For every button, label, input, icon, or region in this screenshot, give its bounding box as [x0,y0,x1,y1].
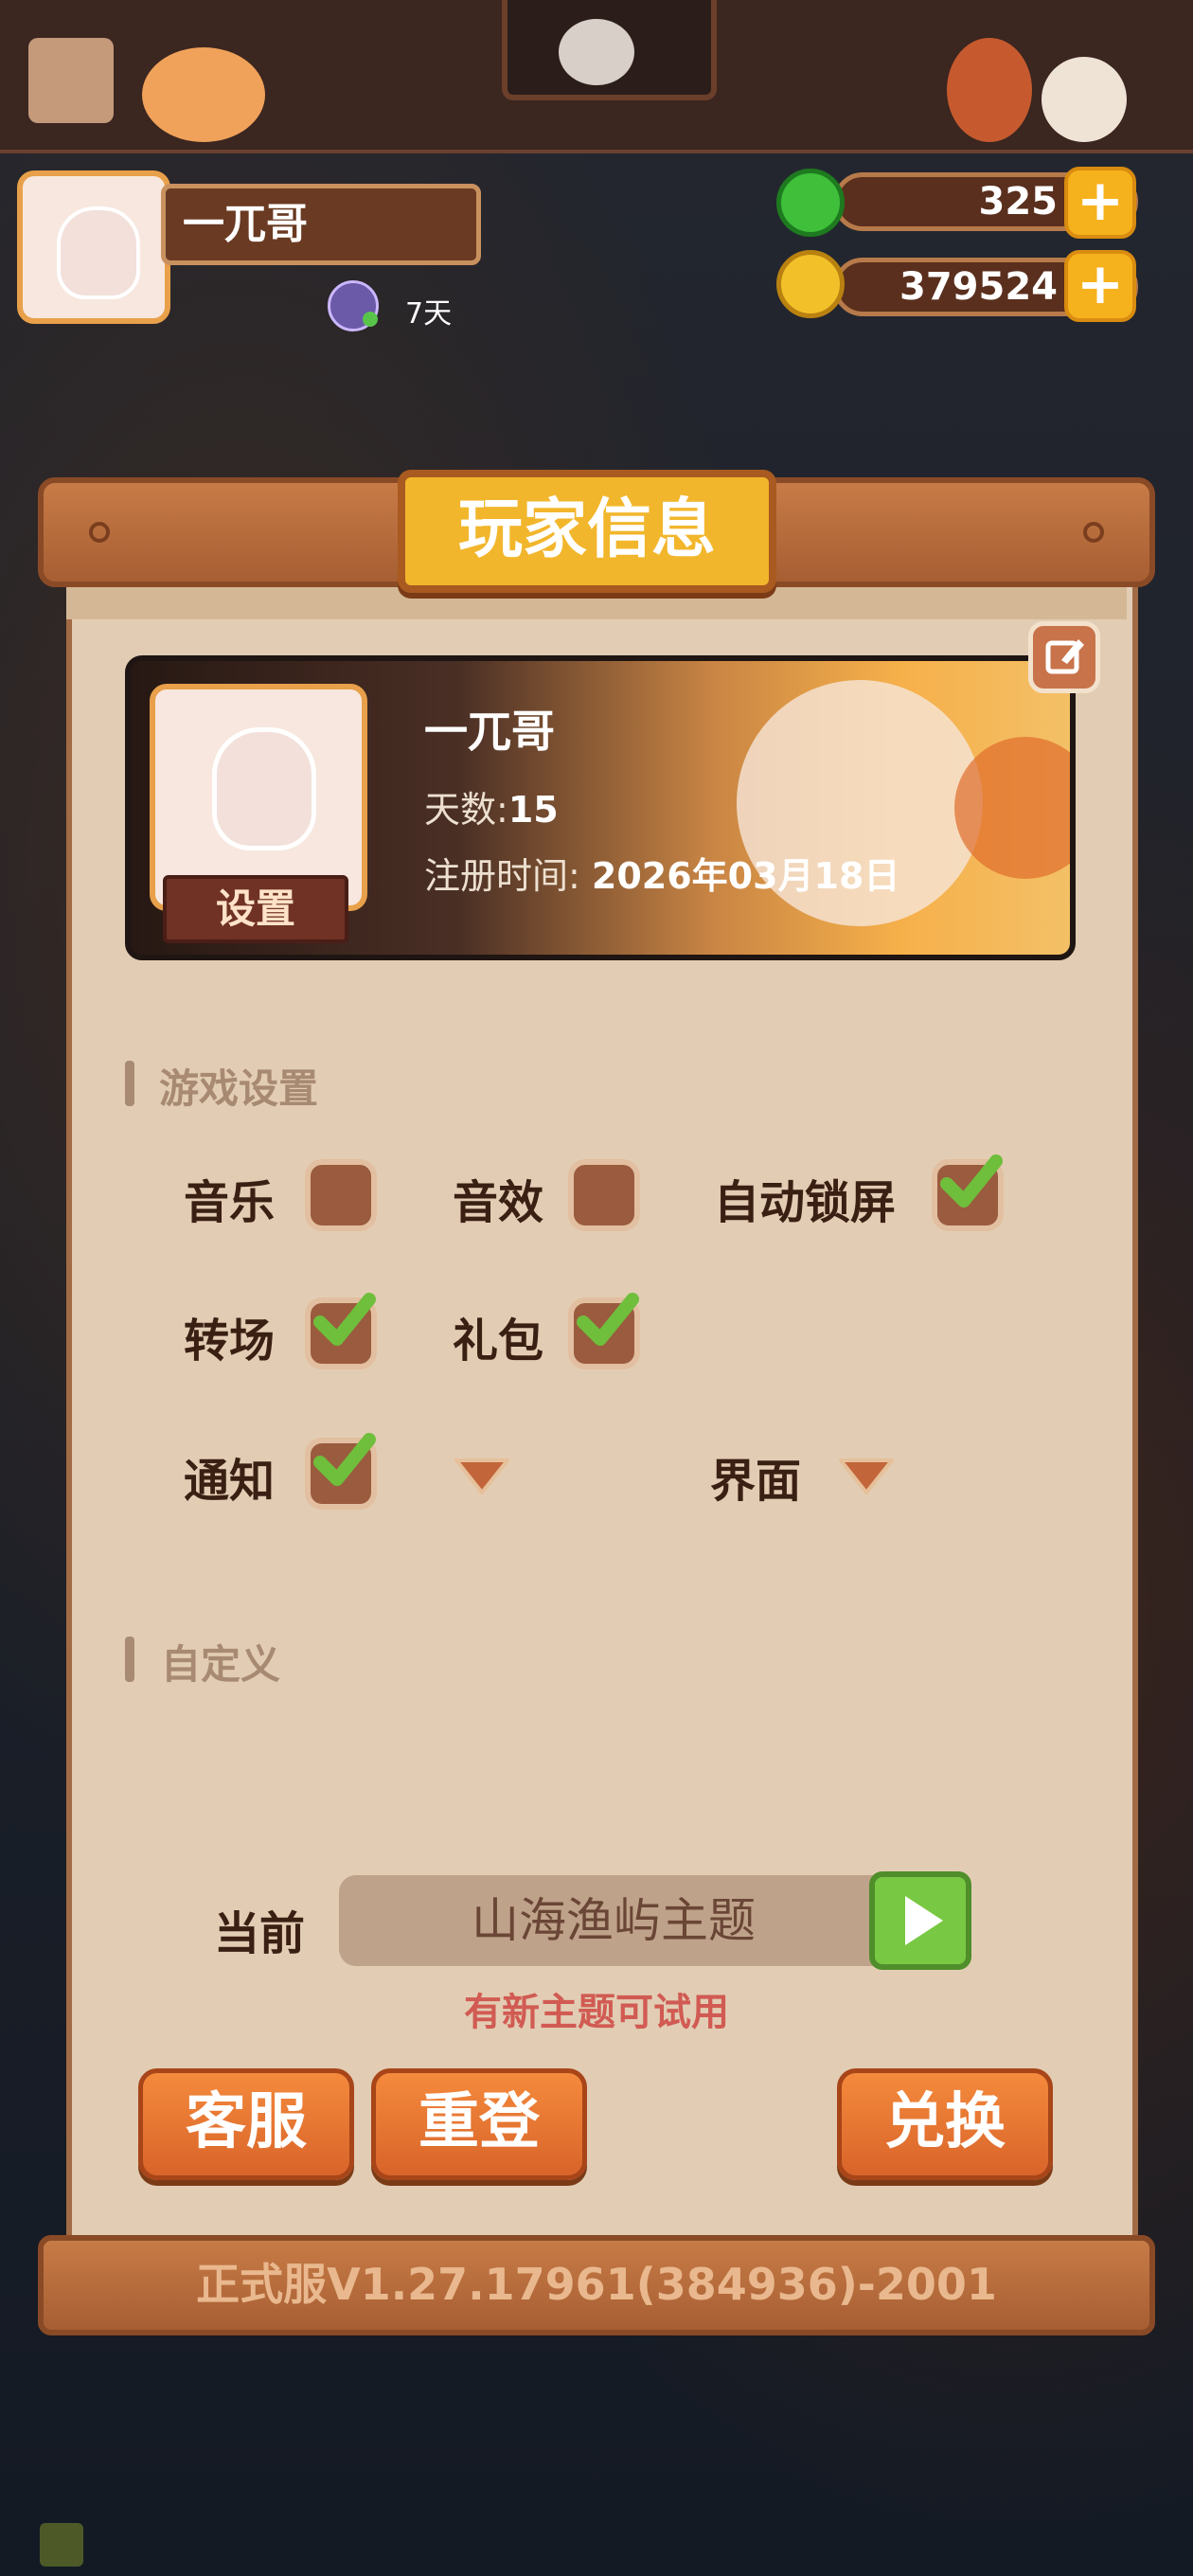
current-theme-label: 当前 [214,1907,306,1960]
card-register-date: 注册时间: 2026年03月18日 [424,847,899,899]
online-dot-icon [363,312,378,327]
check-icon [577,1293,639,1346]
white-cat-icon [1042,57,1127,142]
corner-decoration [40,2523,83,2567]
nail-icon [89,522,110,543]
auto-lock-label: 自动锁屏 [714,1176,897,1229]
sound-effects-checkbox[interactable] [568,1159,640,1231]
jade-gem-icon [776,169,845,237]
notification-checkbox[interactable] [305,1433,377,1510]
cat-mascot-icon [28,38,114,123]
check-icon [313,1433,376,1486]
add-gems-button[interactable]: + [1064,167,1136,239]
avatar-face-icon [57,206,140,299]
grandpa-icon [559,19,634,85]
interface-label: 界面 [710,1455,802,1508]
try-theme-button[interactable] [869,1871,971,1970]
version-info: 正式服V1.27.17961(384936)-2001 [38,2235,1155,2335]
customer-service-button[interactable]: 客服 [138,2068,354,2180]
relogin-button[interactable]: 重登 [371,2068,587,2180]
register-label: 注册时间: [424,855,580,897]
theme-selector[interactable]: 山海渔屿主题 [339,1875,888,1966]
player-avatar[interactable] [17,170,170,324]
days-label: 天数: [424,789,508,831]
avatar-face-icon [212,727,316,850]
register-value: 2026年03月18日 [591,855,900,897]
redeem-button[interactable]: 兑换 [837,2068,1053,2180]
section-marker [125,1061,134,1106]
play-icon [905,1896,943,1945]
chef-character-icon [947,38,1032,142]
chevron-down-icon[interactable] [837,1455,896,1496]
check-icon [313,1293,376,1346]
notification-label: 通知 [184,1455,276,1508]
gift-pack-label: 礼包 [453,1315,544,1368]
panel-title: 玩家信息 [398,470,776,593]
edit-profile-button[interactable] [1028,621,1100,693]
login-days-badge: 7天 [405,297,453,331]
auto-lock-checkbox[interactable] [932,1154,1004,1231]
top-decoration-strip [0,0,1193,153]
game-settings-heading: 游戏设置 [159,1065,319,1112]
gift-pack-checkbox[interactable] [568,1293,640,1369]
coin-count: 379524 [899,265,1058,309]
days-value: 15 [507,789,559,831]
orange-cat-icon [142,47,265,142]
music-checkbox[interactable] [305,1159,377,1231]
transition-label: 转场 [184,1315,276,1368]
transition-checkbox[interactable] [305,1293,377,1369]
card-days: 天数:15 [424,780,559,832]
chevron-down-icon[interactable] [453,1455,511,1496]
avatar-settings-button[interactable]: 设置 [163,875,348,943]
plus-icon: + [1076,251,1125,317]
gem-count: 325 [978,180,1059,224]
player-name-plate: 一兀哥 [161,184,481,265]
nail-icon [1083,522,1104,543]
player-card: 设置 一兀哥 天数:15 注册时间: 2026年03月18日 [125,655,1076,960]
sound-effects-label: 音效 [453,1176,544,1229]
section-marker [125,1637,134,1682]
edit-icon [1045,639,1084,674]
new-theme-hint: 有新主题可试用 [464,1991,729,2034]
music-label: 音乐 [184,1176,276,1229]
add-coins-button[interactable]: + [1064,250,1136,322]
custom-heading: 自定义 [161,1641,281,1688]
plus-icon: + [1076,168,1125,234]
card-player-name: 一兀哥 [424,706,555,757]
check-icon [940,1154,1003,1208]
vip-icon[interactable] [328,280,379,331]
gold-coin-icon [776,250,845,318]
